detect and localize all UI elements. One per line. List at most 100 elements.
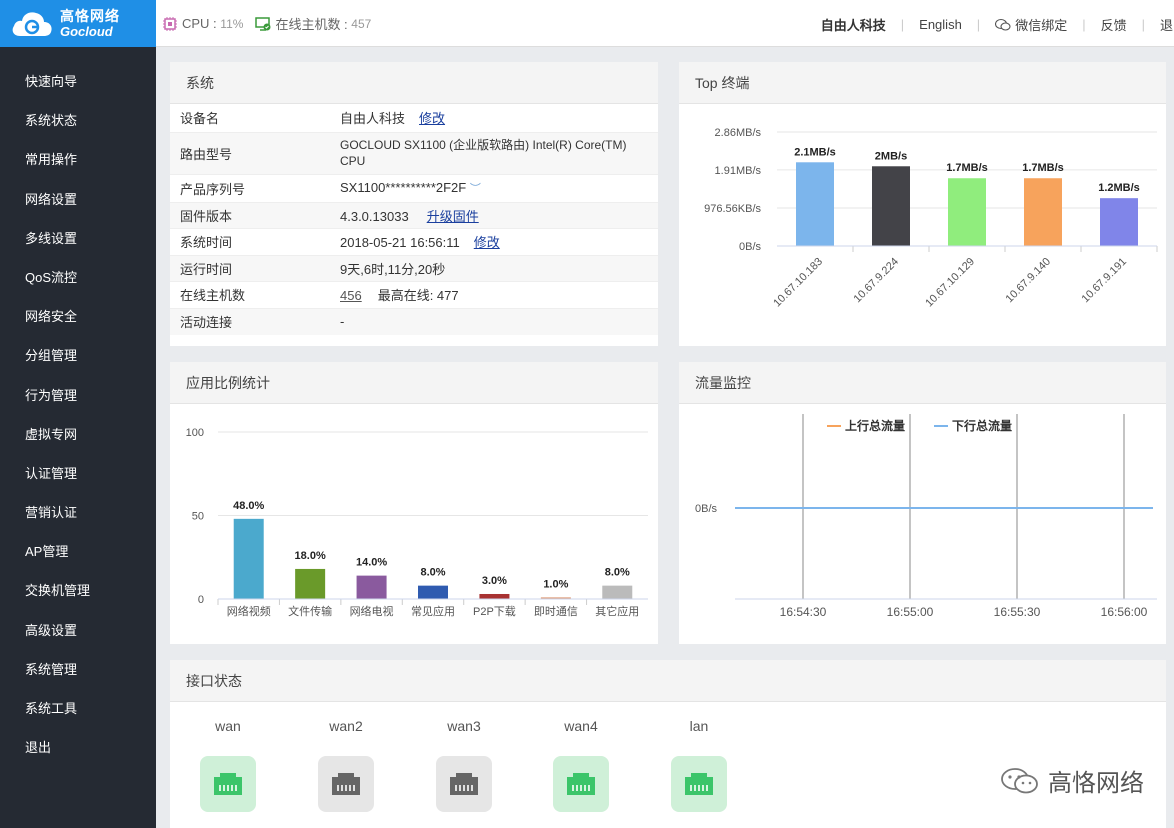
english-link[interactable]: English [919, 17, 962, 32]
interface-wan[interactable]: wan [193, 718, 263, 812]
sidebar-item-advanced-settings[interactable]: 高级设置 [0, 611, 156, 650]
traffic-title: 流量监控 [679, 362, 1166, 404]
online-hosts-value: 457 [351, 16, 372, 31]
interface-wan3[interactable]: wan3 [429, 718, 499, 812]
sidebar-item-multiline-settings[interactable]: 多线设置 [0, 219, 156, 258]
system-info-table: 设备名 自由人科技 修改 路由型号 GOCLOUD SX1100 (企业版软路由)… [170, 104, 658, 335]
ethernet-port-icon [200, 756, 256, 812]
device-name-value: 自由人科技 [340, 111, 406, 127]
table-row: 活动连接 - [170, 308, 658, 335]
system-panel: 系统 设备名 自由人科技 修改 路由型号 GOCLOUD SX1100 (企业版软… [170, 62, 658, 346]
upgrade-firmware-link[interactable]: 升级固件 [427, 209, 479, 224]
bar[interactable] [796, 162, 834, 246]
sidebar-item-marketing-auth[interactable]: 营销认证 [0, 493, 156, 532]
bar[interactable] [233, 518, 264, 599]
system-time-value: 2018-05-21 16:56:11 [340, 235, 460, 250]
interface-panel: 接口状态 wan wan2 wan3 wan4 lan [170, 660, 1166, 828]
monitor-check-icon [255, 16, 271, 31]
y-tick-label: 1.91MB/s [715, 165, 762, 177]
x-tick-label: 其它应用 [595, 604, 639, 618]
sidebar-item-auth-management[interactable]: 认证管理 [0, 454, 156, 493]
wechat-bind-label: 微信绑定 [1015, 18, 1068, 33]
sidebar-item-logout[interactable]: 退出 [0, 728, 156, 767]
bar[interactable] [1024, 178, 1062, 246]
interface-label: wan3 [447, 718, 481, 734]
firmware-version-value: 4.3.0.13033 [340, 208, 409, 224]
bar-value-label: 1.0% [543, 578, 568, 590]
interface-wan4[interactable]: wan4 [546, 718, 616, 812]
uptime-value: 9天,6时,11分,20秒 [340, 261, 446, 277]
uptime-key: 运行时间 [180, 261, 233, 277]
sidebar-item-common-ops[interactable]: 常用操作 [0, 140, 156, 179]
y-tick-label: 976.56KB/s [704, 203, 761, 215]
logout-link[interactable]: 退出 [1160, 15, 1174, 34]
top-stats: CPU : 11% 在线主机数 : 457 [162, 14, 383, 33]
interface-wan2[interactable]: wan2 [311, 718, 381, 812]
y-tick-label: 100 [186, 427, 204, 439]
account-name-link[interactable]: 自由人科技 [821, 15, 886, 34]
x-tick-label: 10.67.9.191 [1080, 256, 1130, 306]
bar-value-label: 1.7MB/s [946, 162, 988, 174]
legend-label[interactable]: 下行总流量 [952, 418, 1012, 433]
table-row: 路由型号 GOCLOUD SX1100 (企业版软路由) Intel(R) Co… [170, 132, 658, 174]
bar[interactable] [356, 575, 387, 599]
app-stats-panel: 应用比例统计 0 50 100 48.0% 网络视频 18.0% 文件传输 14.0% 网络电视… [170, 362, 658, 644]
sidebar-item-system-management[interactable]: 系统管理 [0, 650, 156, 689]
sidebar-item-behavior-management[interactable]: 行为管理 [0, 376, 156, 415]
sidebar: 快速向导 系统状态 常用操作 网络设置 多线设置 QoS流控 网络安全 分组管理… [0, 47, 156, 828]
table-row: 运行时间 9天,6时,11分,20秒 [170, 255, 658, 281]
cpu-value: 11% [220, 16, 244, 31]
bar[interactable] [1100, 198, 1138, 246]
bar-value-label: 1.7MB/s [1022, 162, 1064, 174]
serial-number-key: 产品序列号 [180, 181, 246, 197]
online-hosts-key: 在线主机数 [180, 288, 246, 303]
edit-device-name-link[interactable]: 修改 [419, 111, 445, 126]
x-tick-label: 16:54:30 [780, 605, 827, 619]
bar[interactable] [948, 178, 986, 246]
sidebar-item-group-management[interactable]: 分组管理 [0, 336, 156, 375]
x-tick-label: 10.67.10.183 [771, 256, 825, 310]
bar[interactable] [295, 568, 326, 599]
feedback-link[interactable]: 反馈 [1101, 15, 1127, 34]
bar[interactable] [418, 585, 448, 599]
online-hosts-count-link[interactable]: 456 [340, 288, 362, 303]
x-tick-label: 网络视频 [227, 604, 271, 618]
sidebar-item-quick-guide[interactable]: 快速向导 [0, 62, 156, 101]
wechat-bind-link[interactable]: 微信绑定 [995, 15, 1067, 34]
interface-lan[interactable]: lan [664, 718, 734, 812]
active-connections-key: 活动连接 [180, 315, 233, 331]
sidebar-item-ap-management[interactable]: AP管理 [0, 532, 156, 571]
brand-name-en: Gocloud [60, 23, 113, 39]
x-tick-label: 常见应用 [411, 604, 455, 618]
sidebar-item-system-status[interactable]: 系统状态 [0, 101, 156, 140]
sidebar-item-vpn[interactable]: 虚拟专网 [0, 415, 156, 454]
device-name-key: 设备名 [180, 111, 220, 127]
edit-time-link[interactable]: 修改 [474, 235, 500, 250]
table-row: 系统时间 2018-05-21 16:56:11 修改 [170, 228, 658, 255]
brand-logo[interactable]: 高恪网络 Gocloud [0, 0, 156, 47]
y-tick-label: 2.86MB/s [715, 127, 762, 139]
sidebar-item-network-security[interactable]: 网络安全 [0, 297, 156, 336]
eye-icon[interactable]: ︶ [470, 183, 481, 195]
sidebar-item-qos[interactable]: QoS流控 [0, 258, 156, 297]
legend-label[interactable]: 上行总流量 [845, 418, 905, 433]
max-online-value: 最高在线: 477 [377, 288, 459, 303]
bar-value-label: 1.2MB/s [1098, 182, 1140, 194]
ethernet-port-icon [436, 756, 492, 812]
x-tick-label: P2P下载 [473, 605, 516, 618]
watermark: 高恪网络 [1000, 763, 1144, 798]
traffic-panel: 流量监控 16:54:30 16:55:00 16:55:30 16:56:00 0B/… [679, 362, 1166, 644]
cpu-label: CPU : [182, 16, 217, 31]
ethernet-port-icon [671, 756, 727, 812]
active-connections-value: - [340, 314, 345, 330]
app-stats-title: 应用比例统计 [170, 362, 658, 404]
sidebar-item-network-settings[interactable]: 网络设置 [0, 180, 156, 219]
cloud-logo-icon [10, 8, 54, 40]
cpu-icon [163, 16, 177, 31]
sidebar-item-system-tools[interactable]: 系统工具 [0, 689, 156, 728]
bar[interactable] [602, 585, 633, 599]
bar[interactable] [872, 166, 910, 246]
top-links: 自由人科技 | English | 微信绑定 | 反馈 | 退出 [820, 15, 1174, 34]
bar[interactable] [479, 593, 510, 599]
sidebar-item-switch-management[interactable]: 交换机管理 [0, 571, 156, 610]
